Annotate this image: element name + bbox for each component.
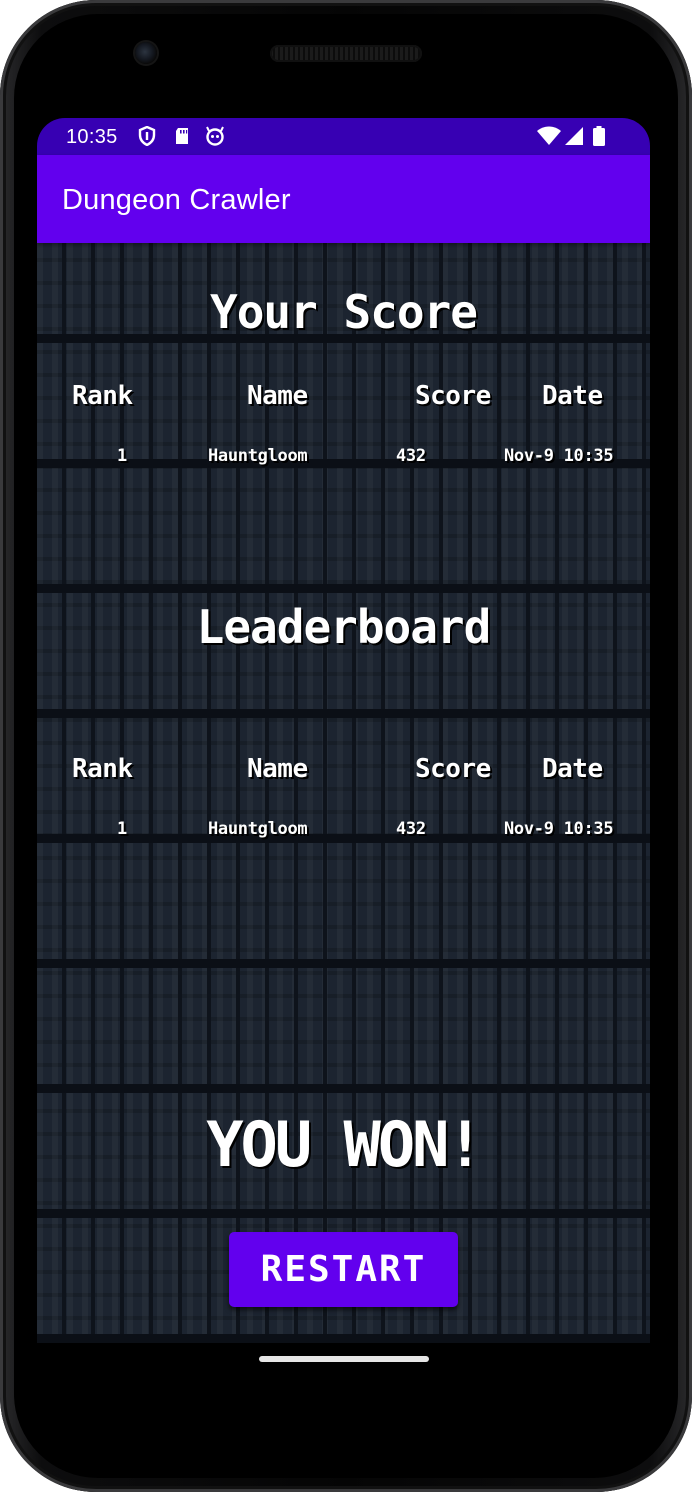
sd-card-icon	[172, 126, 192, 146]
leaderboard-score: 432	[396, 819, 426, 839]
face-icon	[205, 126, 225, 146]
home-gesture-handle[interactable]	[259, 1356, 429, 1362]
restart-button[interactable]: RESTART	[229, 1232, 458, 1307]
front-camera	[135, 42, 157, 64]
leaderboard-name-header: Name	[247, 754, 308, 784]
leaderboard-title: Leaderboard	[196, 600, 492, 654]
leaderboard-score-header: Score	[415, 754, 491, 784]
your-score-date: Nov-9 10:35	[504, 446, 614, 466]
your-score-name-header: Name	[247, 381, 308, 411]
phone-screen: 10:35 Dungeon Crawler Your Score Rank Na…	[37, 118, 650, 1381]
status-bar: 10:35	[37, 118, 650, 155]
leaderboard-name: Hauntgloom	[208, 819, 308, 839]
you-won-message: YOU WON!	[206, 1108, 484, 1181]
earpiece-speaker	[270, 45, 422, 62]
your-score-rank: 1	[117, 446, 127, 466]
gesture-nav-bar	[37, 1340, 650, 1390]
your-score-title: Your Score	[210, 285, 478, 339]
your-score-score-header: Score	[415, 381, 491, 411]
leaderboard-date-header: Date	[542, 754, 603, 784]
wifi-icon	[537, 126, 561, 146]
battery-icon	[593, 126, 605, 146]
leaderboard-rank: 1	[117, 819, 127, 839]
signal-icon	[564, 126, 584, 146]
your-score-name: Hauntgloom	[208, 446, 308, 466]
your-score-date-header: Date	[542, 381, 603, 411]
shield-icon	[137, 125, 157, 147]
app-bar: Dungeon Crawler	[37, 155, 650, 243]
app-title: Dungeon Crawler	[62, 184, 291, 216]
your-score-score: 432	[396, 446, 426, 466]
game-screen: Your Score Rank Name Score Date 1 Hauntg…	[37, 243, 650, 1343]
leaderboard-rank-header: Rank	[72, 754, 133, 784]
leaderboard-date: Nov-9 10:35	[504, 819, 614, 839]
status-time: 10:35	[66, 126, 118, 148]
your-score-rank-header: Rank	[72, 381, 133, 411]
